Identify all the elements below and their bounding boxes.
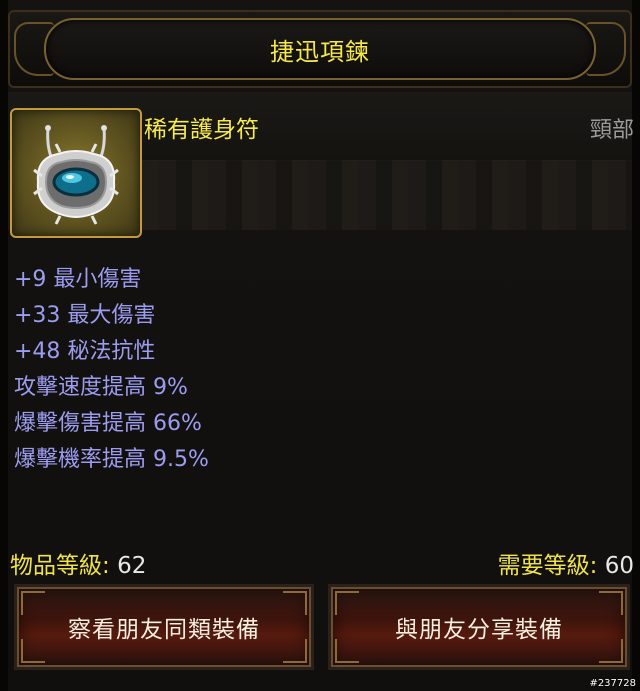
compare-button-label: 察看朋友同類裝備 <box>68 617 260 643</box>
share-button-label: 與朋友分享裝備 <box>395 617 563 643</box>
panel-right-edge <box>632 0 640 691</box>
title-plate: 捷迅項鍊 <box>44 18 596 80</box>
button-corner-ornament <box>21 639 45 663</box>
stat-line: +33 最大傷害 <box>14 303 156 328</box>
compare-friends-gear-button[interactable]: 察看朋友同類裝備 <box>14 584 314 670</box>
item-level-label: 物品等級: <box>10 553 110 579</box>
stat-line: +48 秘法抗性 <box>14 339 156 364</box>
item-name: 捷迅項鍊 <box>270 37 370 66</box>
stat-line: +9 最小傷害 <box>14 267 142 292</box>
panel-left-edge <box>0 0 8 691</box>
button-corner-ornament <box>283 591 307 615</box>
item-rarity-type: 稀有護身符 <box>144 117 259 143</box>
item-stats-list: +9 最小傷害 +33 最大傷害 +48 秘法抗性 攻擊速度提高 9% 爆擊傷害… <box>14 262 209 478</box>
button-corner-ornament <box>335 639 359 663</box>
item-tooltip-panel: 捷迅項鍊 稀有護身符 頸部 +9 最小傷害 +33 最大傷害 +48 秘法抗性 … <box>0 0 640 691</box>
item-slot: 頸部 <box>589 118 634 143</box>
required-level-value: 60 <box>604 553 634 579</box>
watermark-id: #237728 <box>589 678 636 689</box>
stat-line: 爆擊機率提高 9.5% <box>14 447 209 472</box>
required-level: 需要等級: 60 <box>498 546 634 580</box>
title-banner: 捷迅項鍊 <box>8 10 632 88</box>
button-corner-ornament <box>599 639 623 663</box>
item-icon-frame[interactable] <box>10 108 142 238</box>
button-corner-ornament <box>21 591 45 615</box>
button-corner-ornament <box>599 591 623 615</box>
scroll-ornament-right-icon <box>586 22 626 76</box>
button-corner-ornament <box>335 591 359 615</box>
item-level-value: 62 <box>117 553 147 579</box>
amulet-icon <box>33 125 119 225</box>
stat-line: 爆擊傷害提高 66% <box>14 411 202 436</box>
share-gear-button[interactable]: 與朋友分享裝備 <box>328 584 630 670</box>
item-level: 物品等級: 62 <box>10 546 146 580</box>
button-corner-ornament <box>283 639 307 663</box>
required-level-label: 需要等級: <box>497 553 598 579</box>
stat-line: 攻擊速度提高 9% <box>14 375 188 400</box>
